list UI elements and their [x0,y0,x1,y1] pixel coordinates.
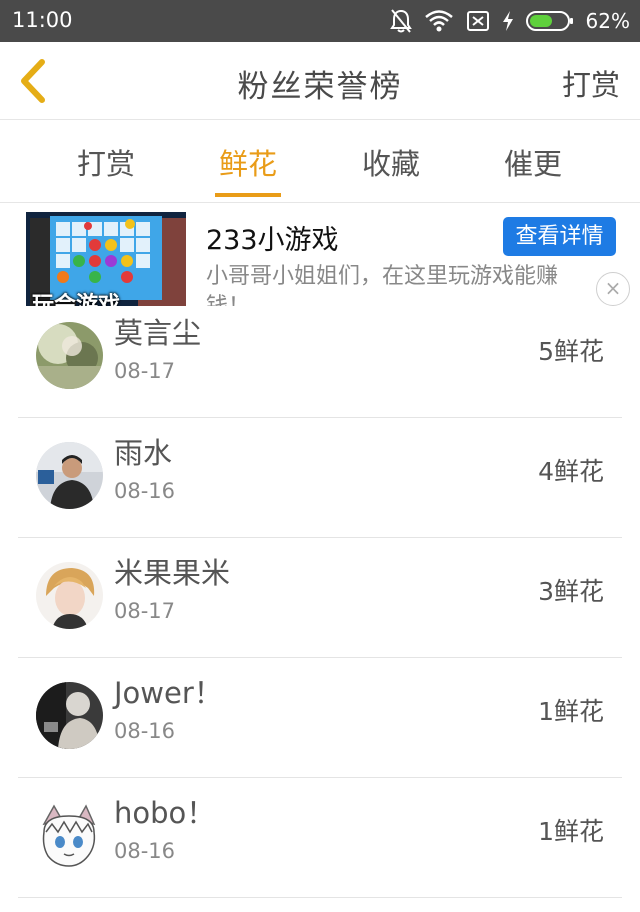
tab-flowers[interactable]: 鲜花 [178,141,318,183]
no-sim-icon [466,11,489,31]
avatar[interactable] [36,322,103,389]
fan-row[interactable]: 雨水 08-16 4鲜花 [18,418,622,538]
status-icons: 62% [389,7,630,35]
status-bar: 11:00 62% [0,0,640,42]
fan-date: 08-16 [114,839,176,863]
reward-button[interactable]: 打赏 [562,62,620,104]
active-tab-indicator [215,193,281,197]
fan-row[interactable]: hobo！ 08-16 1鲜花 [18,778,622,898]
app-header: 粉丝荣誉榜 打赏 [0,42,640,120]
flower-count: 1鲜花 [538,697,604,726]
avatar[interactable] [36,562,103,629]
tab-urge-update[interactable]: 催更 [463,141,603,183]
fan-row[interactable]: Jower！ 08-16 1鲜花 [18,658,622,778]
tab-reward[interactable]: 打赏 [36,141,176,183]
fan-name: 莫言尘 [114,316,202,350]
fan-name: 雨水 [114,436,173,470]
fan-date: 08-17 [114,599,176,623]
avatar[interactable] [36,802,103,869]
fan-date: 08-16 [114,719,176,743]
fan-name: 米果果米 [114,556,231,590]
fan-row[interactable]: 莫言尘 08-17 5鲜花 [18,298,622,418]
mute-bell-icon [389,9,412,33]
view-details-button[interactable]: 查看详情 [503,217,616,256]
tab-favorites[interactable]: 收藏 [321,141,461,183]
ad-description-line1: 小哥哥小姐姐们，在这里玩游戏能赚 [206,264,559,289]
fan-name: Jower！ [114,676,223,710]
battery-icon [525,11,573,31]
ad-banner[interactable]: 玩会游戏 233小游戏 查看详情 小哥哥小姐姐们，在这里玩游戏能赚 钱！ [0,204,640,306]
fan-date: 08-17 [114,359,176,383]
close-icon: × [604,276,622,300]
status-time: 11:00 [12,8,73,32]
avatar[interactable] [36,442,103,509]
wifi-icon [424,10,453,32]
fan-row[interactable]: 米果果米 08-17 3鲜花 [18,538,622,658]
page-title: 粉丝荣誉榜 [237,69,403,105]
flower-count: 5鲜花 [538,337,604,366]
ad-image[interactable]: 玩会游戏 [26,212,186,306]
avatar[interactable] [36,682,103,749]
fan-name: hobo！ [114,796,216,830]
ad-title: 233小游戏 [206,225,339,256]
charging-icon [502,11,513,31]
fan-date: 08-16 [114,479,176,503]
battery-percent: 62% [585,9,630,33]
flower-count: 4鲜花 [538,457,604,486]
flower-count: 1鲜花 [538,817,604,846]
flower-count: 3鲜花 [538,577,604,606]
tab-bar: 打赏 鲜花 收藏 催更 [0,121,640,203]
